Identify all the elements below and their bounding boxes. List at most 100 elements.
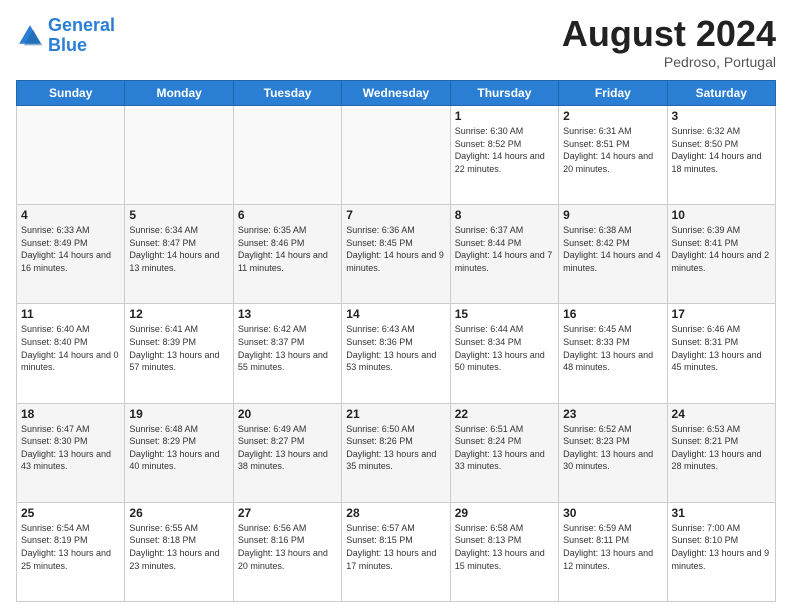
day-number: 8: [455, 208, 554, 222]
table-row: 18 Sunrise: 6:47 AMSunset: 8:30 PMDayligh…: [17, 403, 125, 502]
day-info: Sunrise: 6:35 AMSunset: 8:46 PMDaylight:…: [238, 224, 337, 274]
col-sunday: Sunday: [17, 81, 125, 106]
day-number: 27: [238, 506, 337, 520]
day-number: 5: [129, 208, 228, 222]
table-row: 8 Sunrise: 6:37 AMSunset: 8:44 PMDaylight…: [450, 205, 558, 304]
table-row: [125, 106, 233, 205]
day-number: 20: [238, 407, 337, 421]
col-wednesday: Wednesday: [342, 81, 450, 106]
calendar-header-row: Sunday Monday Tuesday Wednesday Thursday…: [17, 81, 776, 106]
table-row: 22 Sunrise: 6:51 AMSunset: 8:24 PMDayligh…: [450, 403, 558, 502]
page: General Blue August 2024 Pedroso, Portug…: [0, 0, 792, 612]
table-row: 3 Sunrise: 6:32 AMSunset: 8:50 PMDaylight…: [667, 106, 775, 205]
table-row: 29 Sunrise: 6:58 AMSunset: 8:13 PMDayligh…: [450, 502, 558, 601]
table-row: 4Sunrise: 6:33 AMSunset: 8:49 PMDaylight…: [17, 205, 125, 304]
day-number: 9: [563, 208, 662, 222]
day-info: Sunrise: 6:49 AMSunset: 8:27 PMDaylight:…: [238, 423, 337, 473]
col-tuesday: Tuesday: [233, 81, 341, 106]
day-info: Sunrise: 6:41 AMSunset: 8:39 PMDaylight:…: [129, 323, 228, 373]
day-number: 15: [455, 307, 554, 321]
day-info: Sunrise: 6:52 AMSunset: 8:23 PMDaylight:…: [563, 423, 662, 473]
col-friday: Friday: [559, 81, 667, 106]
day-info: Sunrise: 7:00 AMSunset: 8:10 PMDaylight:…: [672, 522, 771, 572]
table-row: 23 Sunrise: 6:52 AMSunset: 8:23 PMDayligh…: [559, 403, 667, 502]
table-row: 25 Sunrise: 6:54 AMSunset: 8:19 PMDayligh…: [17, 502, 125, 601]
table-row: 14 Sunrise: 6:43 AMSunset: 8:36 PMDayligh…: [342, 304, 450, 403]
day-number: 2: [563, 109, 662, 123]
day-number: 21: [346, 407, 445, 421]
day-info: Sunrise: 6:37 AMSunset: 8:44 PMDaylight:…: [455, 224, 554, 274]
table-row: 28 Sunrise: 6:57 AMSunset: 8:15 PMDayligh…: [342, 502, 450, 601]
logo: General Blue: [16, 16, 115, 56]
day-info: Sunrise: 6:39 AMSunset: 8:41 PMDaylight:…: [672, 224, 771, 274]
calendar-week-0: 1 Sunrise: 6:30 AMSunset: 8:52 PMDaylight…: [17, 106, 776, 205]
table-row: 19 Sunrise: 6:48 AMSunset: 8:29 PMDayligh…: [125, 403, 233, 502]
day-info: Sunrise: 6:54 AMSunset: 8:19 PMDaylight:…: [21, 522, 120, 572]
month-title: August 2024: [562, 16, 776, 52]
day-info: Sunrise: 6:42 AMSunset: 8:37 PMDaylight:…: [238, 323, 337, 373]
day-info: Sunrise: 6:45 AMSunset: 8:33 PMDaylight:…: [563, 323, 662, 373]
day-number: 22: [455, 407, 554, 421]
day-number: 28: [346, 506, 445, 520]
day-info: Sunrise: 6:58 AMSunset: 8:13 PMDaylight:…: [455, 522, 554, 572]
day-number: 18: [21, 407, 120, 421]
day-number: 25: [21, 506, 120, 520]
table-row: 5 Sunrise: 6:34 AMSunset: 8:47 PMDaylight…: [125, 205, 233, 304]
table-row: 13 Sunrise: 6:42 AMSunset: 8:37 PMDayligh…: [233, 304, 341, 403]
day-info: Sunrise: 6:47 AMSunset: 8:30 PMDaylight:…: [21, 423, 120, 473]
day-info: Sunrise: 6:40 AMSunset: 8:40 PMDaylight:…: [21, 323, 120, 373]
day-info: Sunrise: 6:53 AMSunset: 8:21 PMDaylight:…: [672, 423, 771, 473]
day-number: 19: [129, 407, 228, 421]
day-number: 30: [563, 506, 662, 520]
table-row: 24 Sunrise: 6:53 AMSunset: 8:21 PMDayligh…: [667, 403, 775, 502]
table-row: 12 Sunrise: 6:41 AMSunset: 8:39 PMDayligh…: [125, 304, 233, 403]
table-row: 17 Sunrise: 6:46 AMSunset: 8:31 PMDayligh…: [667, 304, 775, 403]
table-row: [342, 106, 450, 205]
header: General Blue August 2024 Pedroso, Portug…: [16, 16, 776, 70]
day-number: 29: [455, 506, 554, 520]
day-info: Sunrise: 6:59 AMSunset: 8:11 PMDaylight:…: [563, 522, 662, 572]
calendar-week-1: 4Sunrise: 6:33 AMSunset: 8:49 PMDaylight…: [17, 205, 776, 304]
day-info: Sunrise: 6:32 AMSunset: 8:50 PMDaylight:…: [672, 125, 771, 175]
day-info: Sunrise: 6:48 AMSunset: 8:29 PMDaylight:…: [129, 423, 228, 473]
day-info: Sunrise: 6:36 AMSunset: 8:45 PMDaylight:…: [346, 224, 445, 274]
title-block: August 2024 Pedroso, Portugal: [562, 16, 776, 70]
day-number: 17: [672, 307, 771, 321]
table-row: 26 Sunrise: 6:55 AMSunset: 8:18 PMDayligh…: [125, 502, 233, 601]
day-number: 26: [129, 506, 228, 520]
table-row: 30 Sunrise: 6:59 AMSunset: 8:11 PMDayligh…: [559, 502, 667, 601]
day-number: 3: [672, 109, 771, 123]
table-row: 21Sunrise: 6:50 AMSunset: 8:26 PMDayligh…: [342, 403, 450, 502]
day-number: 16: [563, 307, 662, 321]
day-info: Sunrise: 6:57 AMSunset: 8:15 PMDaylight:…: [346, 522, 445, 572]
day-info: Sunrise: 6:55 AMSunset: 8:18 PMDaylight:…: [129, 522, 228, 572]
day-number: 1: [455, 109, 554, 123]
table-row: 15 Sunrise: 6:44 AMSunset: 8:34 PMDayligh…: [450, 304, 558, 403]
logo-line2: Blue: [48, 35, 87, 55]
day-info: Sunrise: 6:43 AMSunset: 8:36 PMDaylight:…: [346, 323, 445, 373]
day-number: 13: [238, 307, 337, 321]
table-row: 7 Sunrise: 6:36 AMSunset: 8:45 PMDaylight…: [342, 205, 450, 304]
table-row: 31Sunrise: 7:00 AMSunset: 8:10 PMDayligh…: [667, 502, 775, 601]
day-number: 14: [346, 307, 445, 321]
day-info: Sunrise: 6:46 AMSunset: 8:31 PMDaylight:…: [672, 323, 771, 373]
day-info: Sunrise: 6:30 AMSunset: 8:52 PMDaylight:…: [455, 125, 554, 175]
day-number: 23: [563, 407, 662, 421]
table-row: 6 Sunrise: 6:35 AMSunset: 8:46 PMDaylight…: [233, 205, 341, 304]
day-info: Sunrise: 6:44 AMSunset: 8:34 PMDaylight:…: [455, 323, 554, 373]
day-number: 7: [346, 208, 445, 222]
table-row: [233, 106, 341, 205]
day-number: 24: [672, 407, 771, 421]
day-number: 4: [21, 208, 120, 222]
day-number: 10: [672, 208, 771, 222]
day-info: Sunrise: 6:51 AMSunset: 8:24 PMDaylight:…: [455, 423, 554, 473]
day-info: Sunrise: 6:38 AMSunset: 8:42 PMDaylight:…: [563, 224, 662, 274]
table-row: 16 Sunrise: 6:45 AMSunset: 8:33 PMDayligh…: [559, 304, 667, 403]
col-thursday: Thursday: [450, 81, 558, 106]
day-number: 6: [238, 208, 337, 222]
col-monday: Monday: [125, 81, 233, 106]
day-number: 12: [129, 307, 228, 321]
day-info: Sunrise: 6:56 AMSunset: 8:16 PMDaylight:…: [238, 522, 337, 572]
table-row: 11Sunrise: 6:40 AMSunset: 8:40 PMDayligh…: [17, 304, 125, 403]
day-info: Sunrise: 6:34 AMSunset: 8:47 PMDaylight:…: [129, 224, 228, 274]
